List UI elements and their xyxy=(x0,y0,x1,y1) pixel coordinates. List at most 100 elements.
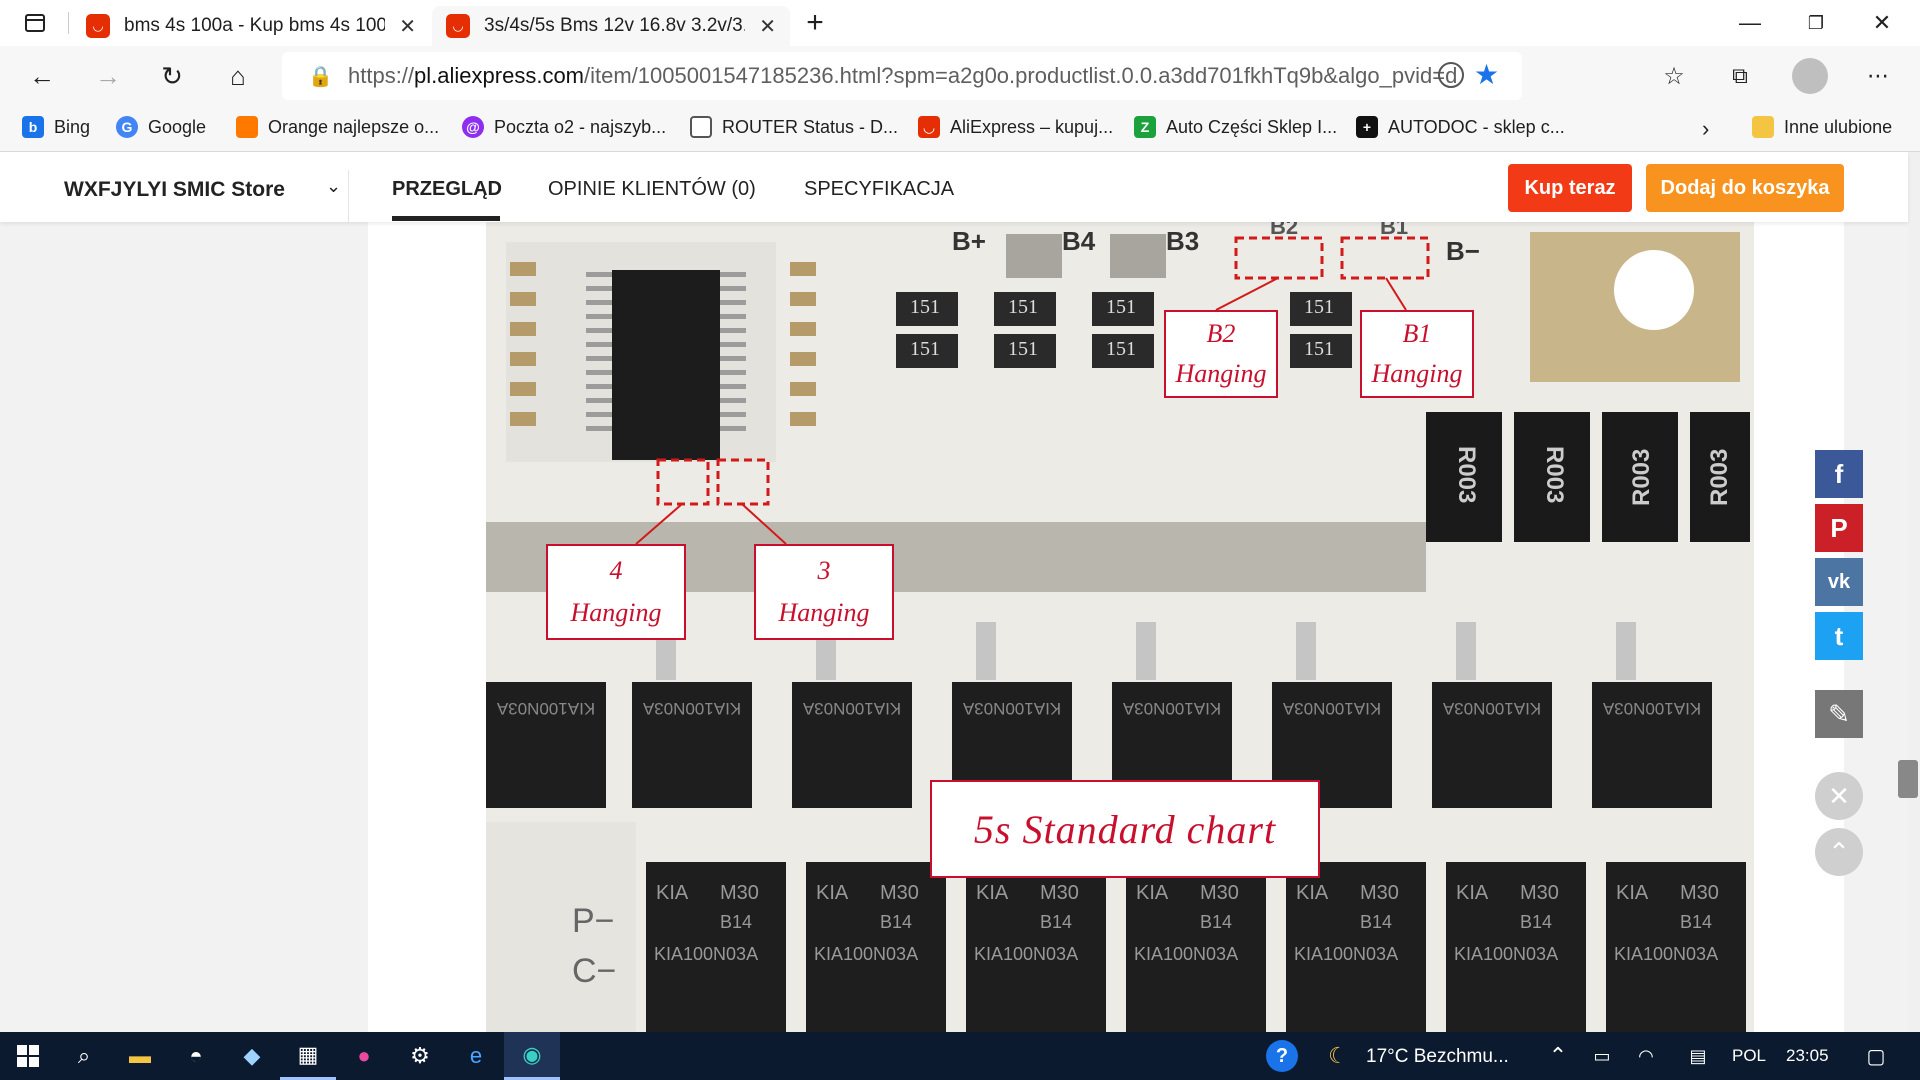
chevron-down-icon[interactable]: ⌄ xyxy=(326,176,341,197)
fav-autoparts[interactable]: Z Auto Części Sklep I... xyxy=(1134,116,1337,138)
close-tab-icon[interactable]: ✕ xyxy=(759,14,776,39)
divider xyxy=(348,170,349,222)
vk-icon[interactable]: vk xyxy=(1815,558,1863,606)
page-scrollbar[interactable] xyxy=(1908,152,1920,1032)
web-page: B+ B4 B3 B2 B1 B− 151 151 151 151 151 15… xyxy=(0,152,1920,1032)
favorites-icon[interactable]: ☆ xyxy=(1654,56,1694,96)
fav-o2[interactable]: @ Poczta o2 - najszyb... xyxy=(462,116,666,138)
tab-bms-search[interactable]: ◡ bms 4s 100a - Kup bms 4s 100a z ✕ xyxy=(72,6,430,46)
url-text[interactable]: https://pl.aliexpress.com/item/100500154… xyxy=(348,63,1458,89)
back-icon[interactable]: ← xyxy=(22,56,62,96)
close-tab-icon[interactable]: ✕ xyxy=(399,14,416,39)
home-icon[interactable]: ⌂ xyxy=(218,56,258,96)
fav-google[interactable]: G Google xyxy=(116,116,206,138)
collections-icon[interactable]: ⧉ xyxy=(1720,56,1760,96)
resistor-code: 151 xyxy=(1304,338,1334,360)
weather-moon-icon[interactable]: ☾ xyxy=(1310,1032,1366,1080)
tracking-prevention-icon[interactable] xyxy=(1438,62,1464,88)
new-tab-icon[interactable]: + xyxy=(800,6,830,39)
mosfet-marking: KIA100N03A xyxy=(1122,699,1222,718)
resistor-code: 151 xyxy=(1008,296,1038,318)
mosfet-batch: B14 xyxy=(880,912,913,932)
app-icon[interactable]: ◆ xyxy=(224,1032,280,1080)
mosfet-marking: KIA100N03A xyxy=(1602,699,1702,718)
buy-now-button[interactable]: Kup teraz xyxy=(1508,164,1632,212)
folder-icon xyxy=(1752,116,1774,138)
input-language[interactable]: POL xyxy=(1732,1046,1766,1066)
forward-icon[interactable]: → xyxy=(88,56,128,96)
o2-icon: @ xyxy=(462,116,484,138)
weather-text[interactable]: 17°C Bezchmu... xyxy=(1366,1046,1509,1068)
fav-label: Inne ulubione xyxy=(1784,116,1893,137)
scroll-to-top-icon[interactable]: ⌃ xyxy=(1815,828,1863,876)
aliexpress-icon: ◡ xyxy=(86,14,110,38)
fav-label: Auto Części Sklep I... xyxy=(1166,116,1338,137)
address-bar[interactable]: 🔒 https://pl.aliexpress.com/item/1005001… xyxy=(282,52,1522,100)
mosfet-marking: KIA100N03A xyxy=(1294,944,1399,964)
callout-label: B2 xyxy=(1206,319,1236,348)
store-name[interactable]: WXFJYLYI SMIC Store xyxy=(64,178,285,202)
browser-titlebar: ◡ bms 4s 100a - Kup bms 4s 100a z ✕ ◡ 3s… xyxy=(0,0,1920,46)
scrollbar-thumb[interactable] xyxy=(1898,760,1918,798)
callout-label: Hanging xyxy=(1175,359,1267,388)
product-image-bms-board: B+ B4 B3 B2 B1 B− 151 151 151 151 151 15… xyxy=(486,222,1754,1032)
mosfet-batch: B14 xyxy=(1200,912,1233,932)
fav-autodoc[interactable]: + AUTODOC - sklep c... xyxy=(1356,116,1565,138)
tab-overview[interactable]: PRZEGLĄD xyxy=(392,178,502,201)
pinterest-icon[interactable]: P xyxy=(1815,504,1863,552)
mosfet-brand: KIA xyxy=(1616,882,1649,904)
close-icon[interactable]: ✕ xyxy=(1815,772,1863,820)
lock-icon[interactable]: 🔒 xyxy=(308,64,333,89)
callout-4-hanging: 4 Hanging xyxy=(546,544,686,640)
mosfet-marking: KIA100N03A xyxy=(642,699,742,718)
tab-actions-icon[interactable] xyxy=(20,8,50,38)
mosfet-marking: KIA100N03A xyxy=(1134,944,1239,964)
mosfet-model: M30 xyxy=(1520,882,1559,904)
facebook-icon[interactable]: f xyxy=(1815,450,1863,498)
file-explorer-icon[interactable]: ▬ xyxy=(112,1032,168,1080)
notifications-icon[interactable]: ▢ xyxy=(1848,1032,1904,1080)
fav-label: Bing xyxy=(54,116,91,137)
mosfet-batch: B14 xyxy=(720,912,753,932)
more-menu-icon[interactable]: ⋯ xyxy=(1858,56,1898,96)
app-icon[interactable]: ◓ xyxy=(168,1032,224,1080)
callout-label: 3 xyxy=(817,556,831,585)
restore-icon[interactable]: ❐ xyxy=(1786,0,1846,46)
calculator-icon[interactable]: ▦ xyxy=(280,1032,336,1080)
edit-icon[interactable]: ✎ xyxy=(1815,690,1863,738)
fav-aliexpress[interactable]: ◡ AliExpress – kupuj... xyxy=(918,116,1113,138)
twitter-icon[interactable]: t xyxy=(1815,612,1863,660)
help-icon[interactable]: ? xyxy=(1266,1040,1298,1072)
mosfet-marking: KIA100N03A xyxy=(496,699,596,718)
windows-start-icon[interactable] xyxy=(0,1032,56,1080)
edge-browser-icon[interactable]: ◉ xyxy=(504,1032,560,1080)
internet-explorer-icon[interactable]: e xyxy=(448,1032,504,1080)
fav-router[interactable]: ROUTER Status - D... xyxy=(690,116,898,138)
profile-avatar[interactable] xyxy=(1792,58,1828,94)
mosfet-batch: B14 xyxy=(1360,912,1393,932)
mosfet-model: M30 xyxy=(1680,882,1719,904)
fav-other-folder[interactable]: Inne ulubione xyxy=(1752,116,1892,138)
app-icon[interactable]: ● xyxy=(336,1032,392,1080)
tab-bms-product[interactable]: ◡ 3s/4s/5s Bms 12v 16.8v 3.2v/3.7v ✕ xyxy=(432,6,790,46)
refresh-icon[interactable]: ↻ xyxy=(152,56,192,96)
callout-3-hanging: 3 Hanging xyxy=(754,544,894,640)
callout-label: B1 xyxy=(1402,319,1432,348)
tab-specification[interactable]: SPECYFIKACJA xyxy=(804,178,954,201)
fav-orange[interactable]: Orange najlepsze o... xyxy=(236,116,439,138)
pad-label-b3: B3 xyxy=(1166,226,1200,256)
keyboard-icon[interactable]: ▤ xyxy=(1670,1032,1726,1080)
add-to-cart-button[interactable]: Dodaj do koszyka xyxy=(1646,164,1844,212)
settings-gear-icon[interactable]: ⚙ xyxy=(392,1032,448,1080)
fav-bing[interactable]: b Bing xyxy=(22,116,90,138)
clock-time[interactable]: 23:05 xyxy=(1786,1046,1829,1066)
mosfet-model: M30 xyxy=(880,882,919,904)
tab-customer-reviews[interactable]: OPINIE KLIENTÓW (0) xyxy=(548,178,756,201)
favorite-star-icon[interactable]: ★ xyxy=(1474,58,1499,91)
minimize-icon[interactable]: — xyxy=(1720,0,1780,46)
close-window-icon[interactable]: ✕ xyxy=(1852,0,1912,46)
favorites-overflow-chevron-icon[interactable]: › xyxy=(1702,116,1709,142)
search-icon[interactable]: ⌕ xyxy=(56,1032,112,1080)
pad-label-b1: B1 xyxy=(1380,222,1409,239)
wifi-icon[interactable]: ◠ xyxy=(1618,1032,1674,1080)
